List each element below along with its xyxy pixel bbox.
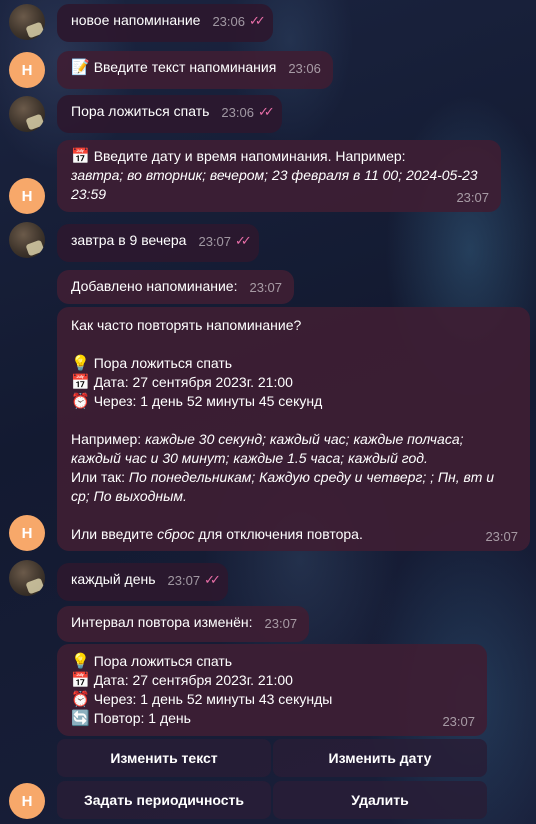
- reminder-title: Пора ложиться спать: [93, 653, 233, 669]
- reminder-date: Дата: 27 сентября 2023г. 21:00: [93, 374, 293, 390]
- message-text: каждый день: [71, 571, 156, 587]
- calendar-icon: 📅: [71, 374, 90, 391]
- reminder-countdown: Через: 1 день 52 минуты 45 секунд: [93, 393, 323, 409]
- bot-avatar[interactable]: Н: [9, 52, 45, 88]
- alternatives-prefix: Или так:: [71, 469, 125, 485]
- calendar-icon: 📅: [71, 148, 90, 165]
- message-text: новое напоминание: [71, 12, 201, 28]
- message-text: Интервал повтора изменён:: [71, 614, 253, 630]
- message-time: 23:06: [212, 14, 245, 29]
- message-time: 23:07: [249, 280, 283, 295]
- bot-avatar[interactable]: Н: [9, 178, 45, 214]
- date-examples-line: завтра; во вторник; вечером; 23 февраля …: [71, 167, 478, 183]
- message-bubble[interactable]: 📝 Введите текст напоминания 23:06: [57, 51, 333, 89]
- message-text: завтра в 9 вечера: [71, 232, 187, 248]
- message-time: 23:07: [456, 190, 489, 205]
- edit-text-button[interactable]: Изменить текст: [57, 739, 271, 777]
- reminder-repeat: Повтор: 1 день: [93, 710, 191, 726]
- alternatives-text: По понедельникам; Каждую среду и четверг…: [128, 469, 495, 485]
- examples-prefix: Например:: [71, 431, 142, 447]
- reset-prefix: Или введите: [71, 526, 154, 542]
- message-bubble[interactable]: 💡 Пора ложиться спать 📅 Дата: 27 сентября …: [57, 644, 487, 736]
- memo-icon: 📝: [71, 59, 90, 76]
- message-time: 23:06: [288, 61, 321, 76]
- alternatives-text: ср; По выходным.: [71, 488, 187, 504]
- message-bubble[interactable]: Как часто повторять напоминание? 💡 Пора л…: [57, 307, 530, 551]
- user-avatar[interactable]: [9, 4, 45, 40]
- delete-button[interactable]: Удалить: [273, 781, 487, 819]
- message-time: 23:07: [264, 616, 298, 631]
- message-text: Введите текст напоминания: [93, 59, 277, 75]
- read-checks-icon: ✓✓: [235, 233, 252, 248]
- message-bubble[interactable]: новое напоминание 23:06 ✓✓: [57, 4, 273, 42]
- examples-text: каждый час и 30 минут; каждые 1.5 часа; …: [71, 450, 428, 466]
- message-text: Добавлено напоминание:: [71, 278, 238, 294]
- message-text: Как часто повторять напоминание?: [71, 317, 302, 333]
- user-avatar[interactable]: [9, 96, 45, 132]
- read-checks-icon: ✓✓: [249, 13, 266, 28]
- message-bubble[interactable]: завтра в 9 вечера 23:07 ✓✓: [57, 224, 259, 262]
- message-time: 23:07: [198, 234, 232, 249]
- user-avatar[interactable]: [9, 560, 45, 596]
- message-bubble[interactable]: каждый день 23:07 ✓✓: [57, 563, 228, 601]
- reset-suffix: для отключения повтора.: [198, 526, 363, 542]
- message-bubble[interactable]: Добавлено напоминание: 23:07: [57, 270, 295, 304]
- message-bubble[interactable]: Пора ложиться спать 23:06 ✓✓: [57, 95, 282, 133]
- set-period-button[interactable]: Задать периодичность: [57, 781, 271, 819]
- examples-text: каждые 30 секунд; каждый час; каждые пол…: [145, 431, 464, 447]
- date-examples-line: 23:59: [71, 186, 107, 202]
- read-checks-icon: ✓✓: [257, 104, 275, 119]
- reset-keyword: сброс: [157, 526, 195, 542]
- bulb-icon: 💡: [71, 355, 90, 372]
- alarm-clock-icon: ⏰: [71, 393, 90, 410]
- user-avatar[interactable]: [9, 222, 45, 258]
- alarm-clock-icon: ⏰: [71, 691, 90, 708]
- message-time: 23:07: [167, 573, 201, 588]
- bot-avatar[interactable]: Н: [9, 783, 45, 819]
- message-time: 23:07: [442, 714, 475, 729]
- repeat-icon: 🔄: [71, 710, 90, 727]
- edit-date-button[interactable]: Изменить дату: [273, 739, 487, 777]
- message-text: Пора ложиться спать: [71, 103, 210, 119]
- reminder-countdown: Через: 1 день 52 минуты 43 секунды: [93, 691, 333, 707]
- calendar-icon: 📅: [71, 672, 90, 689]
- reminder-date: Дата: 27 сентября 2023г. 21:00: [93, 672, 293, 688]
- message-bubble[interactable]: 📅 Введите дату и время напоминания. Напри…: [57, 140, 501, 212]
- message-bubble[interactable]: Интервал повтора изменён: 23:07: [57, 606, 310, 642]
- chat-history: новое напоминание 23:06 ✓✓ Н 📝 Введите т…: [0, 0, 536, 824]
- bulb-icon: 💡: [71, 653, 90, 670]
- bot-avatar[interactable]: Н: [9, 515, 45, 551]
- reminder-title: Пора ложиться спать: [93, 355, 233, 371]
- message-time: 23:07: [485, 529, 518, 544]
- message-text: Введите дату и время напоминания. Наприм…: [93, 148, 406, 164]
- message-time: 23:06: [221, 105, 254, 120]
- read-checks-icon: ✓✓: [204, 572, 221, 587]
